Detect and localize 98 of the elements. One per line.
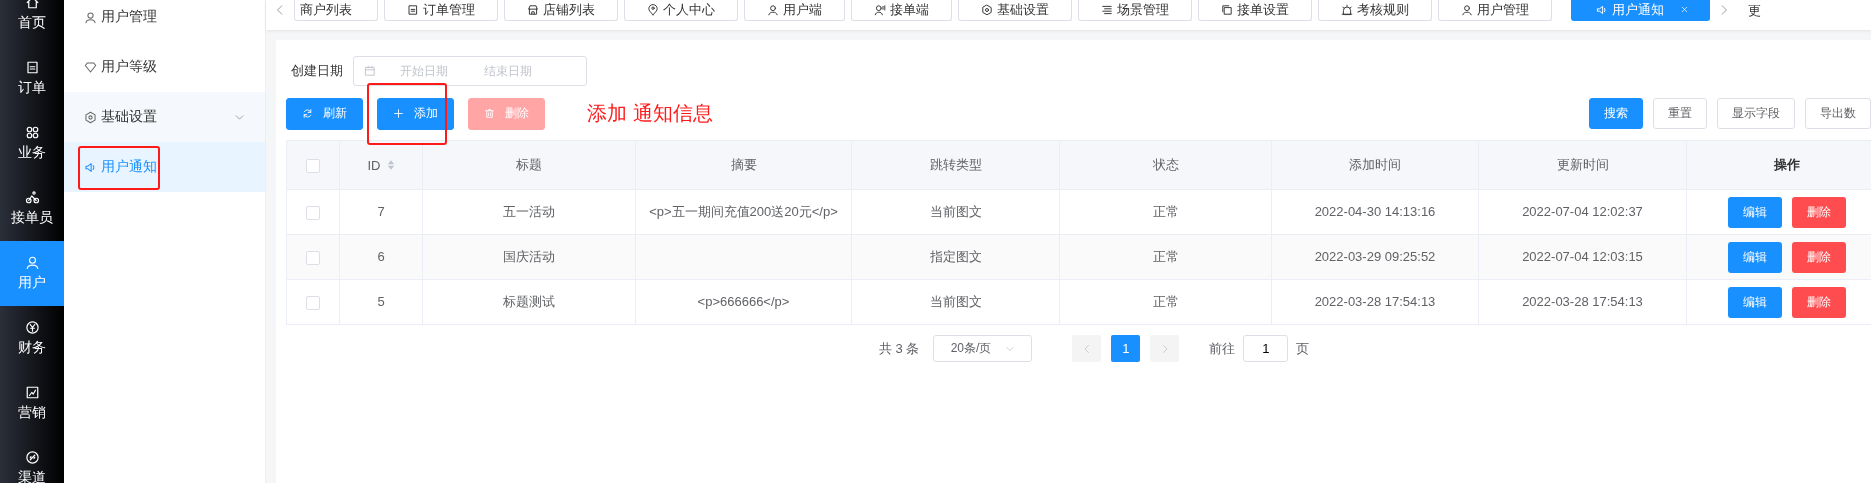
speaker-icon xyxy=(84,160,97,174)
filter-label: 创建日期 xyxy=(291,62,343,80)
toolbar-button[interactable]: 显示字段 xyxy=(1717,98,1795,129)
page-input[interactable]: 1 xyxy=(1243,335,1289,362)
table-cell: 6 xyxy=(377,249,385,264)
toolbar-button[interactable]: 重置 xyxy=(1653,98,1707,129)
table-cell: 当前图文 xyxy=(929,294,982,309)
table-cell: 7 xyxy=(377,204,385,219)
bike-icon xyxy=(24,190,40,205)
nav-item[interactable]: 接单员 xyxy=(0,176,64,241)
table-cell: 2022-03-29 09:25:52 xyxy=(1314,249,1436,264)
grid-icon xyxy=(24,125,40,140)
table-cell: 5 xyxy=(377,294,385,309)
table-cell: 标题测试 xyxy=(503,294,555,309)
nav-item[interactable]: 营销 xyxy=(0,371,64,436)
toolbar-button[interactable]: 导出数 xyxy=(1805,98,1871,129)
lines-icon xyxy=(1101,3,1113,16)
page-tab[interactable]: 用户管理 xyxy=(1438,0,1552,21)
nav-item[interactable]: 渠道 xyxy=(0,436,64,483)
store-icon xyxy=(527,3,539,16)
user-icon xyxy=(1461,3,1473,16)
column-header: 摘要 xyxy=(730,156,757,174)
alarm-icon xyxy=(1341,3,1353,16)
chart-icon xyxy=(24,385,40,400)
select-all-checkbox[interactable] xyxy=(306,158,320,173)
link-icon xyxy=(24,450,40,465)
doc-icon xyxy=(24,60,40,75)
page-tab[interactable]: 接单端 xyxy=(851,0,952,21)
page-tab[interactable]: 订单管理 xyxy=(384,0,498,21)
row-checkbox[interactable] xyxy=(306,205,320,220)
menu-item[interactable]: 用户等级 xyxy=(64,42,265,92)
column-header: 状态 xyxy=(1152,156,1179,174)
column-header: 添加时间 xyxy=(1349,156,1401,174)
user-icon xyxy=(84,10,97,24)
page-tab[interactable]: 考核规则 xyxy=(1318,0,1432,21)
next-page-button[interactable] xyxy=(1150,335,1180,362)
calendar-icon xyxy=(364,65,376,77)
column-header: 标题 xyxy=(516,156,542,174)
gear-icon xyxy=(84,110,97,124)
goto-label: 前往 xyxy=(1209,339,1236,358)
table-cell: <p>666666</p> xyxy=(697,294,790,309)
sort-icon[interactable] xyxy=(386,159,395,171)
yen-icon xyxy=(24,320,40,335)
table-cell: 国庆活动 xyxy=(503,249,555,264)
copy-icon xyxy=(1221,3,1233,16)
table-cell: <p>五一期间充值200送20元</p> xyxy=(649,204,838,219)
nav-item[interactable]: 订单 xyxy=(0,46,64,111)
previous-page-button[interactable] xyxy=(1072,335,1102,362)
end-date-input[interactable]: 结束日期 xyxy=(466,63,550,79)
table-cell: 2022-03-28 17:54:13 xyxy=(1314,294,1436,309)
table-cell: 2022-03-28 17:54:13 xyxy=(1522,294,1643,309)
page-tab[interactable]: 店铺列表 xyxy=(504,0,618,21)
pin-icon xyxy=(647,3,659,16)
table-cell: 正常 xyxy=(1152,294,1179,309)
tab-label[interactable]: 更 xyxy=(1748,2,1761,20)
table-cell: 2022-07-04 12:03:15 xyxy=(1522,249,1643,264)
user-icon xyxy=(24,255,40,270)
speaker-icon xyxy=(1596,3,1608,16)
table-cell: 正常 xyxy=(1152,204,1179,219)
nav-item[interactable]: 首页 xyxy=(0,0,64,46)
page-tab[interactable]: 场景管理 xyxy=(1078,0,1192,21)
refresh-icon xyxy=(302,108,313,119)
column-header: ID xyxy=(367,157,381,173)
column-header: 更新时间 xyxy=(1556,156,1609,174)
page-suffix: 页 xyxy=(1296,339,1310,358)
table-cell: 2022-07-04 12:02:37 xyxy=(1522,204,1643,219)
gear-icon xyxy=(981,3,993,16)
annotation-text: 添加 通知信息 xyxy=(587,101,713,126)
page-tab[interactable]: 用户端 xyxy=(744,0,845,21)
row-checkbox[interactable] xyxy=(306,295,320,310)
table-cell: 2022-04-30 14:13:16 xyxy=(1314,204,1436,219)
date-range-field[interactable]: 开始日期 结束日期 xyxy=(353,56,587,86)
user-icon xyxy=(767,3,779,16)
page-tab[interactable]: 商户列表 xyxy=(294,0,378,21)
start-date-input[interactable]: 开始日期 xyxy=(382,63,466,79)
page-size-select[interactable]: 20条/页 xyxy=(933,335,1033,362)
nav-item[interactable]: 业务 xyxy=(0,111,64,176)
page-tab[interactable]: 接单设置 xyxy=(1198,0,1312,21)
column-header: 操作 xyxy=(1773,156,1800,174)
menu-group[interactable]: 基础设置 xyxy=(64,92,265,142)
total-count: 共 3 条 xyxy=(879,339,920,358)
table-cell: 当前图文 xyxy=(929,204,982,219)
close-icon[interactable] xyxy=(1680,5,1689,14)
menu-item[interactable]: 用户管理 xyxy=(64,0,265,42)
doc-icon xyxy=(407,3,419,16)
table-cell: 五一活动 xyxy=(503,204,555,219)
page-tab[interactable]: 个人中心 xyxy=(624,0,738,21)
trash-icon xyxy=(484,108,495,119)
home-icon xyxy=(24,0,40,10)
diamond-icon xyxy=(84,60,97,74)
plus-icon xyxy=(393,108,404,119)
page-tab[interactable]: 基础设置 xyxy=(958,0,1072,21)
nav-item[interactable]: 财务 xyxy=(0,306,64,371)
column-header: 跳转类型 xyxy=(929,156,982,174)
row-checkbox[interactable] xyxy=(306,250,320,265)
table-cell: 指定图文 xyxy=(929,249,982,264)
table-cell: 正常 xyxy=(1152,249,1179,264)
userwave-icon xyxy=(874,3,886,16)
